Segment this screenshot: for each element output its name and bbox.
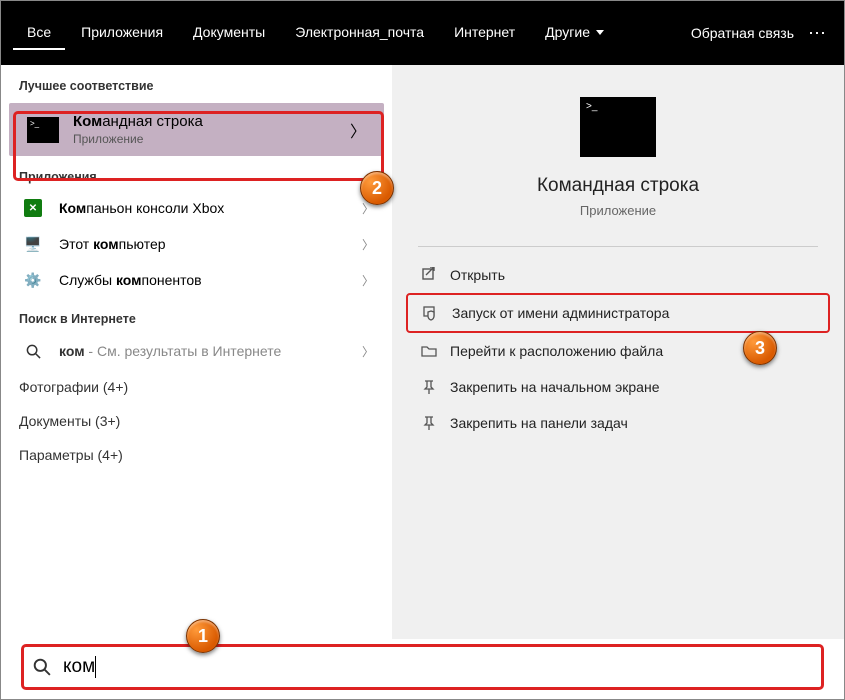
action-open-label: Открыть: [450, 267, 505, 283]
pc-icon: 🖥️: [19, 234, 47, 254]
action-pin-taskbar-label: Закрепить на панели задач: [450, 415, 628, 431]
tab-apps[interactable]: Приложения: [67, 16, 177, 50]
result-this-pc[interactable]: 🖥️ Этот компьютер 〉: [1, 226, 392, 262]
action-open[interactable]: Открыть: [406, 257, 830, 293]
pin-icon: [420, 414, 438, 432]
services-icon: ⚙️: [19, 270, 47, 290]
chevron-right-icon[interactable]: 〉: [362, 343, 374, 360]
filter-tabs: Все Приложения Документы Электронная_поч…: [13, 16, 691, 50]
tab-all[interactable]: Все: [13, 16, 65, 50]
top-bar: Все Приложения Документы Электронная_поч…: [1, 1, 844, 65]
result-xbox-companion[interactable]: ✕ Компаньон консоли Xbox 〉: [1, 190, 392, 226]
action-pin-start-label: Закрепить на начальном экране: [450, 379, 660, 395]
preview-cmd-icon: >_: [580, 97, 656, 157]
chevron-right-icon[interactable]: 〉: [362, 272, 374, 289]
section-best-header: Лучшее соответствие: [1, 69, 392, 99]
feedback-link[interactable]: Обратная связь: [691, 25, 794, 41]
action-pin-taskbar[interactable]: Закрепить на панели задач: [406, 405, 830, 441]
open-icon: [420, 266, 438, 284]
annotation-badge-2: 2: [360, 171, 394, 205]
tab-other-label: Другие: [545, 24, 590, 40]
best-match-result[interactable]: >_ Командная строка Приложение 〉: [9, 103, 384, 156]
section-web-header: Поиск в Интернете: [1, 298, 392, 332]
section-apps-header: Приложения: [1, 156, 392, 190]
search-icon: [19, 341, 47, 361]
divider: [418, 246, 818, 247]
annotation-badge-1: 1: [186, 619, 220, 653]
action-run-as-admin[interactable]: Запуск от имени администратора: [406, 293, 830, 333]
result-component-services[interactable]: ⚙️ Службы компонентов 〉: [1, 262, 392, 298]
category-documents[interactable]: Документы (3+): [1, 404, 392, 438]
tab-other[interactable]: Другие: [531, 16, 618, 50]
more-options-icon[interactable]: ⋯: [804, 23, 832, 44]
annotation-badge-3: 3: [743, 331, 777, 365]
action-pin-start[interactable]: Закрепить на начальном экране: [406, 369, 830, 405]
preview-subtitle: Приложение: [392, 203, 844, 218]
tab-email[interactable]: Электронная_почта: [281, 16, 438, 50]
xbox-icon: ✕: [19, 198, 47, 218]
action-open-location-label: Перейти к расположению файла: [450, 343, 663, 359]
pin-icon: [420, 378, 438, 396]
category-photos[interactable]: Фотографии (4+): [1, 370, 392, 404]
preview-title: Командная строка: [392, 175, 844, 197]
results-panel: Лучшее соответствие >_ Командная строка …: [1, 65, 392, 639]
cmd-icon: >_: [27, 117, 59, 143]
action-run-as-admin-label: Запуск от имени администратора: [452, 305, 669, 321]
chevron-right-icon[interactable]: 〉: [362, 236, 374, 253]
folder-icon: [420, 342, 438, 360]
chevron-right-icon[interactable]: 〉: [350, 118, 366, 142]
search-bar[interactable]: ком: [23, 646, 822, 688]
result-web-search[interactable]: ком - См. результаты в Интернете 〉: [1, 332, 392, 370]
chevron-down-icon: [596, 30, 604, 35]
best-match-subtitle: Приложение: [73, 132, 350, 146]
best-match-title: Командная строка: [73, 113, 350, 130]
tab-internet[interactable]: Интернет: [440, 16, 529, 50]
tab-docs[interactable]: Документы: [179, 16, 279, 50]
shield-icon: [422, 304, 440, 322]
category-settings[interactable]: Параметры (4+): [1, 438, 392, 472]
